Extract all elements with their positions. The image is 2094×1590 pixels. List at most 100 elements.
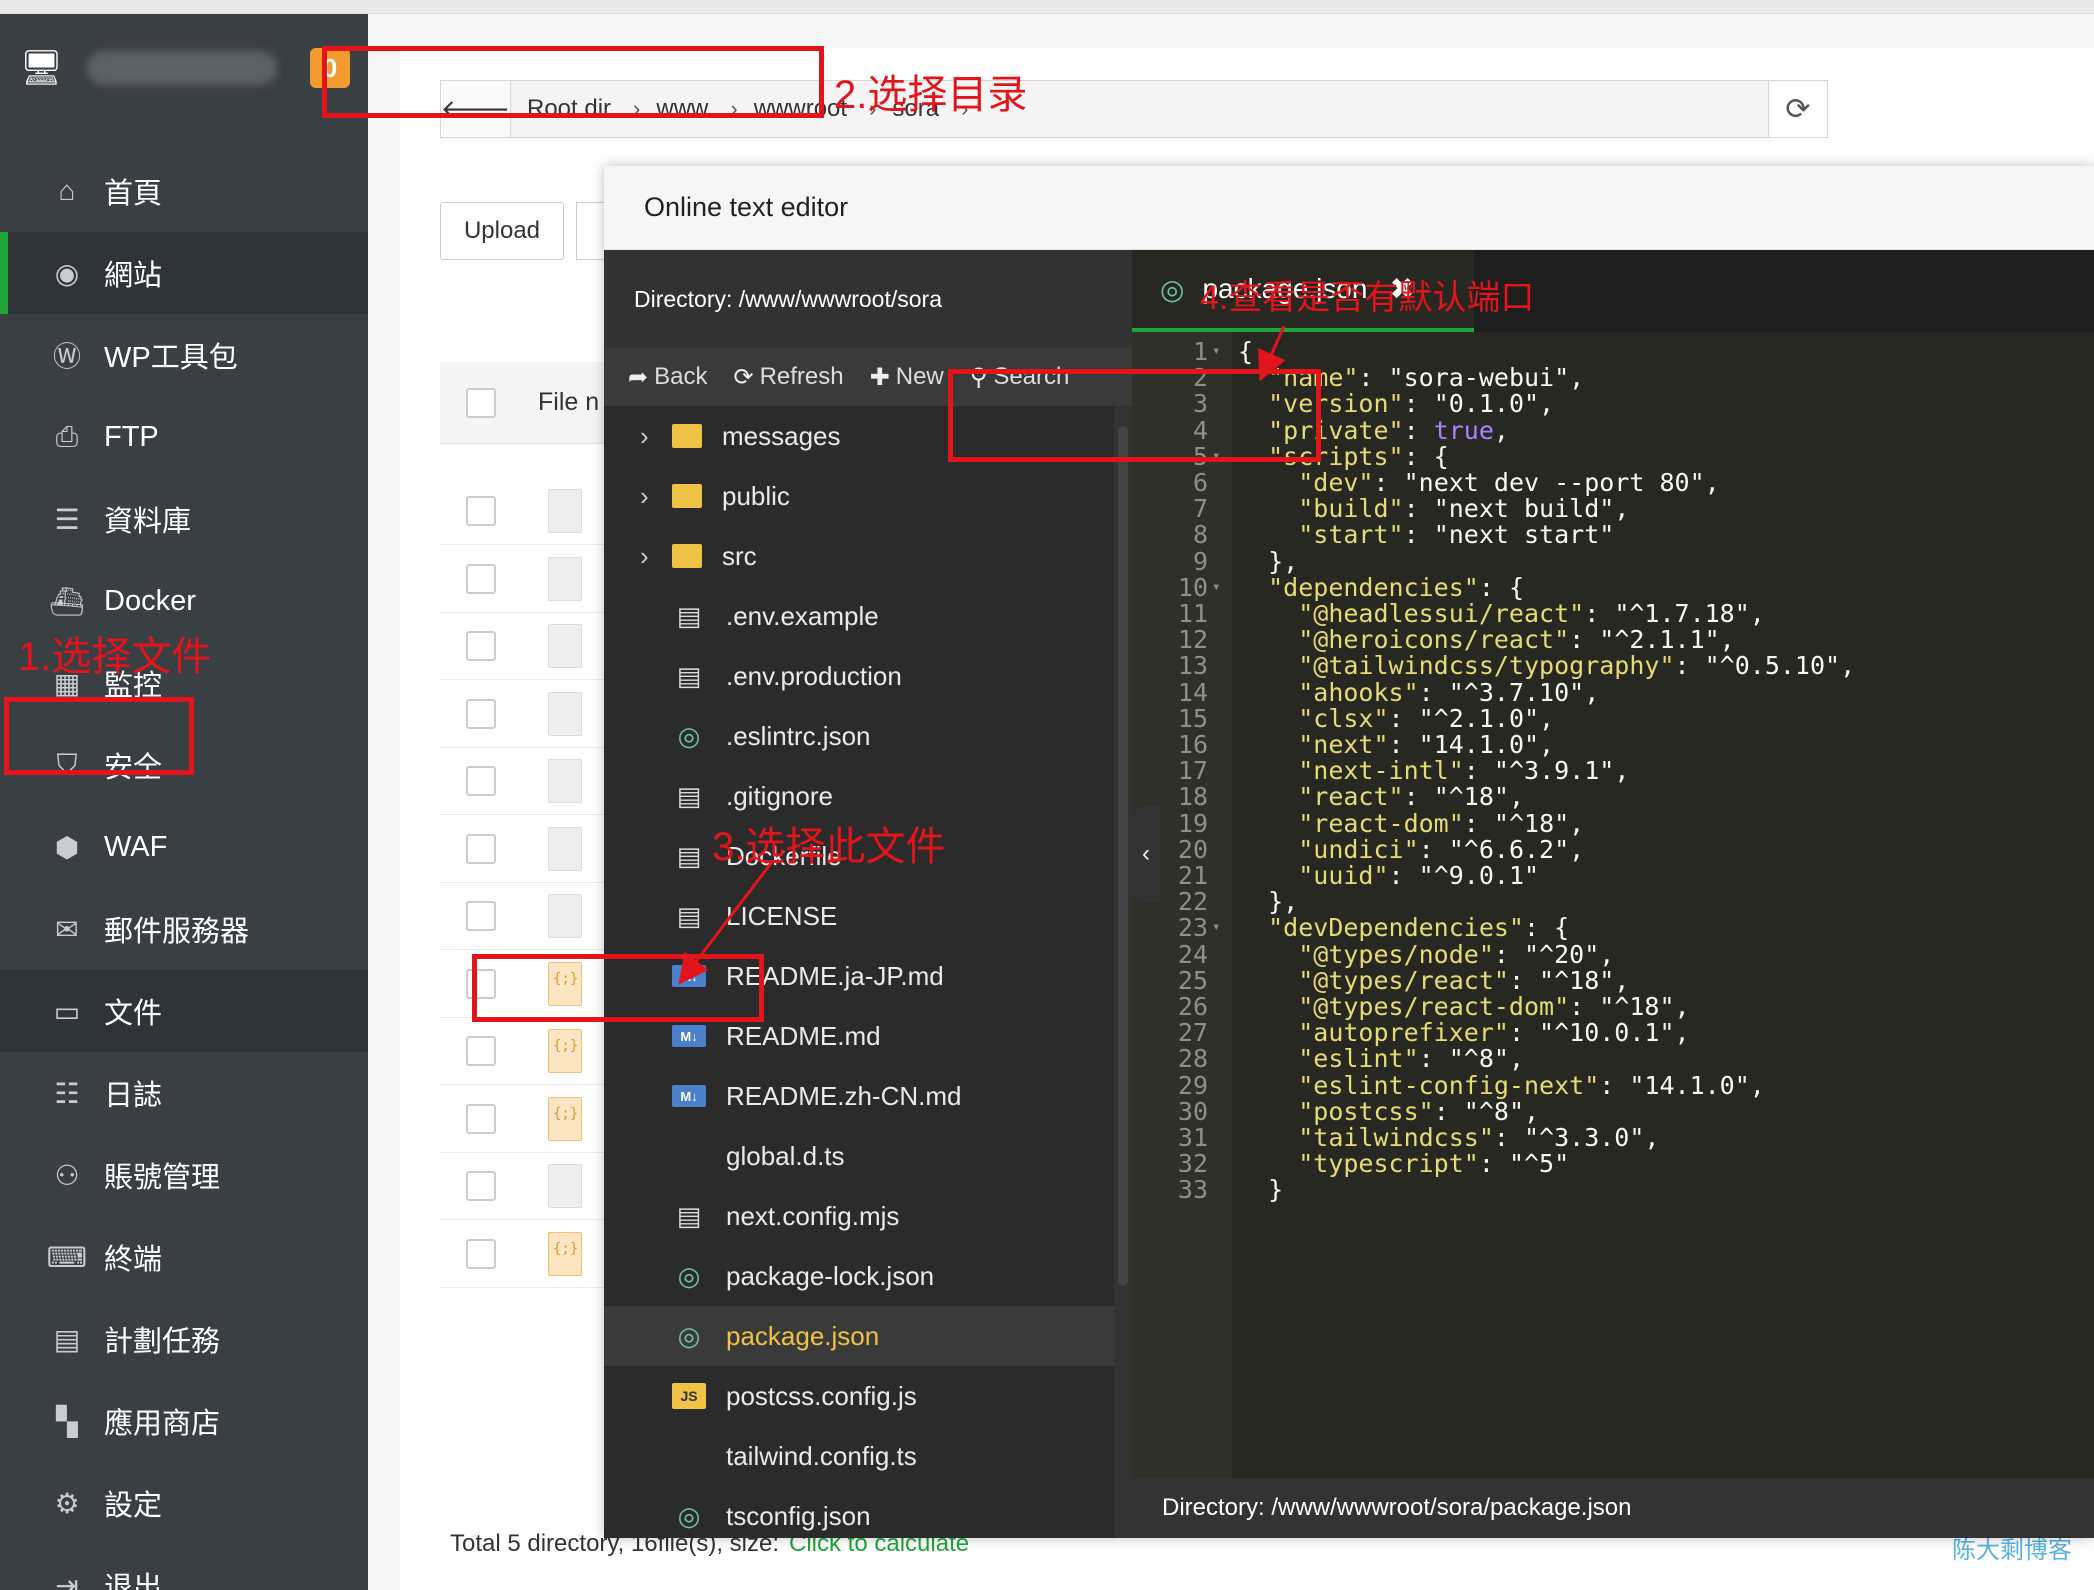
- tree-file-item[interactable]: ◎ package.json: [604, 1306, 1114, 1366]
- refresh-button[interactable]: ⟳ Refresh: [733, 363, 843, 392]
- folder-icon: [672, 424, 702, 448]
- table-row[interactable]: [440, 883, 610, 950]
- tree-item-label: .env.production: [726, 660, 902, 691]
- folder-icon: [672, 484, 702, 508]
- row-checkbox[interactable]: [466, 1171, 496, 1201]
- json-file-icon: ◎: [677, 1260, 701, 1291]
- tree-item-label: next.config.mjs: [726, 1200, 900, 1231]
- monitor-icon: 🖥: [20, 49, 64, 87]
- sidebar-item-10[interactable]: ▭ 文件: [0, 970, 368, 1052]
- collapse-panel-chevron-icon[interactable]: ‹: [1132, 806, 1160, 902]
- sidebar-item-15[interactable]: ▚ 應用商店: [0, 1380, 368, 1462]
- sidebar-item-11[interactable]: ☷ 日誌: [0, 1052, 368, 1134]
- folder-icon: ▭: [53, 995, 81, 1027]
- sidebar-item-4[interactable]: ☰ 資料庫: [0, 478, 368, 560]
- file-name-column-header: File n: [538, 388, 600, 416]
- terminal-icon: ⌨: [46, 1241, 88, 1273]
- document-icon: [548, 624, 582, 668]
- sidebar-item-label: Docker: [104, 584, 196, 617]
- sidebar-item-12[interactable]: ⚇ 賬號管理: [0, 1134, 368, 1216]
- server-name-blurred: [87, 51, 278, 85]
- document-icon: ▤: [676, 780, 702, 811]
- tree-folder-item[interactable]: › src: [604, 526, 1114, 586]
- users-icon: ⚇: [54, 1159, 80, 1191]
- editor-title: Online text editor: [604, 166, 2094, 250]
- tree-file-item[interactable]: JS postcss.config.js: [604, 1366, 1114, 1426]
- row-checkbox[interactable]: [466, 631, 496, 661]
- table-row[interactable]: [440, 478, 610, 545]
- plus-icon: ✚: [869, 363, 890, 391]
- editor-body: Directory: /www/wwwroot/sora ➦ Back ⟳ Refr…: [604, 250, 2094, 1538]
- tree-file-item[interactable]: global.d.ts: [604, 1126, 1114, 1186]
- scrollbar-thumb[interactable]: [1118, 426, 1128, 1286]
- back-arrow-icon: ➦: [628, 363, 649, 391]
- tree-file-item[interactable]: M↓ README.zh-CN.md: [604, 1066, 1114, 1126]
- sidebar-item-8[interactable]: ⬢ WAF: [0, 806, 368, 888]
- new-button[interactable]: ✚ New: [870, 363, 944, 392]
- sidebar-item-14[interactable]: ▤ 計劃任務: [0, 1298, 368, 1380]
- tree-item-label: global.d.ts: [726, 1140, 845, 1171]
- sidebar-item-3[interactable]: ⎙ FTP: [0, 396, 368, 478]
- json-file-icon: ◎: [677, 1500, 701, 1531]
- tree-item-label: package-lock.json: [726, 1260, 935, 1291]
- table-row[interactable]: [440, 546, 610, 613]
- tree-file-item[interactable]: ◎ package-lock.json: [604, 1246, 1114, 1306]
- code-area[interactable]: 1 ▾{2 "name": "sora-webui", 3 "version": "…: [1132, 332, 2094, 1478]
- row-checkbox[interactable]: [466, 1036, 496, 1066]
- refresh-icon[interactable]: ⟳: [1768, 80, 1828, 138]
- tree-item-label: .env.example: [726, 600, 879, 631]
- tree-folder-item[interactable]: › public: [604, 466, 1114, 526]
- row-checkbox[interactable]: [466, 833, 496, 864]
- table-row[interactable]: [440, 748, 610, 815]
- tree-file-item[interactable]: ▤ .env.example: [604, 586, 1114, 646]
- table-row[interactable]: [440, 613, 610, 680]
- row-checkbox[interactable]: [466, 563, 496, 594]
- calendar-icon: ▤: [53, 1323, 81, 1355]
- back-button[interactable]: ➦ Back: [628, 363, 707, 392]
- sidebar-item-label: 計劃任務: [104, 1326, 221, 1358]
- tree-file-item[interactable]: tailwind.config.ts: [604, 1426, 1114, 1486]
- json-file-icon: [548, 1231, 582, 1276]
- sidebar-item-label: 應用商店: [104, 1408, 221, 1440]
- table-row[interactable]: [440, 1221, 610, 1288]
- tree-file-item[interactable]: ◎ tsconfig.json: [604, 1486, 1114, 1546]
- file-tree-scrollbar[interactable]: [1114, 406, 1132, 1538]
- table-row[interactable]: [440, 1086, 610, 1153]
- select-all-checkbox[interactable]: [466, 387, 496, 418]
- tree-item-label: tailwind.config.ts: [726, 1440, 917, 1471]
- row-checkbox[interactable]: [466, 901, 496, 931]
- row-checkbox[interactable]: [466, 496, 496, 526]
- annotation-box-package-json: [472, 954, 764, 1022]
- line-number: 33: [1177, 1175, 1208, 1205]
- top-strip: [0, 0, 2094, 14]
- tree-file-item[interactable]: ◎ .eslintrc.json: [604, 706, 1114, 766]
- upload-button[interactable]: Upload: [440, 202, 564, 260]
- tree-item-label: src: [722, 540, 757, 571]
- row-checkbox[interactable]: [466, 1238, 496, 1269]
- table-row[interactable]: [440, 816, 610, 883]
- sidebar-item-2[interactable]: Ⓦ WP工具包: [0, 314, 368, 396]
- sidebar-item-17[interactable]: ⇥ 退出: [0, 1544, 368, 1590]
- row-checkbox[interactable]: [466, 766, 496, 796]
- tree-file-item[interactable]: ▤ next.config.mjs: [604, 1186, 1114, 1246]
- tree-file-item[interactable]: ▤ LICENSE: [604, 886, 1114, 946]
- document-icon: ▤: [676, 600, 702, 631]
- table-row[interactable]: [440, 1018, 610, 1085]
- sidebar-item-9[interactable]: ✉ 郵件服務器: [0, 888, 368, 970]
- document-icon: [548, 894, 582, 938]
- row-checkbox[interactable]: [466, 1103, 496, 1134]
- table-row[interactable]: [440, 1153, 610, 1220]
- sidebar-item-1[interactable]: ◉ 網站: [0, 232, 368, 314]
- document-icon: [548, 759, 582, 803]
- sidebar-item-16[interactable]: ⚙ 設定: [0, 1462, 368, 1544]
- json-file-icon: ◎: [1160, 273, 1185, 305]
- sidebar-item-label: 設定: [104, 1490, 163, 1522]
- tree-file-item[interactable]: ▤ .env.production: [604, 646, 1114, 706]
- logout-icon: ⇥: [55, 1569, 79, 1590]
- sidebar-item-13[interactable]: ⌨ 終端: [0, 1216, 368, 1298]
- sidebar-item-label: WP工具包: [104, 342, 238, 374]
- sidebar-item-0[interactable]: ⌂ 首頁: [0, 150, 368, 232]
- table-row[interactable]: [440, 681, 610, 748]
- gear-icon: ⚙: [54, 1487, 80, 1519]
- row-checkbox[interactable]: [466, 698, 496, 729]
